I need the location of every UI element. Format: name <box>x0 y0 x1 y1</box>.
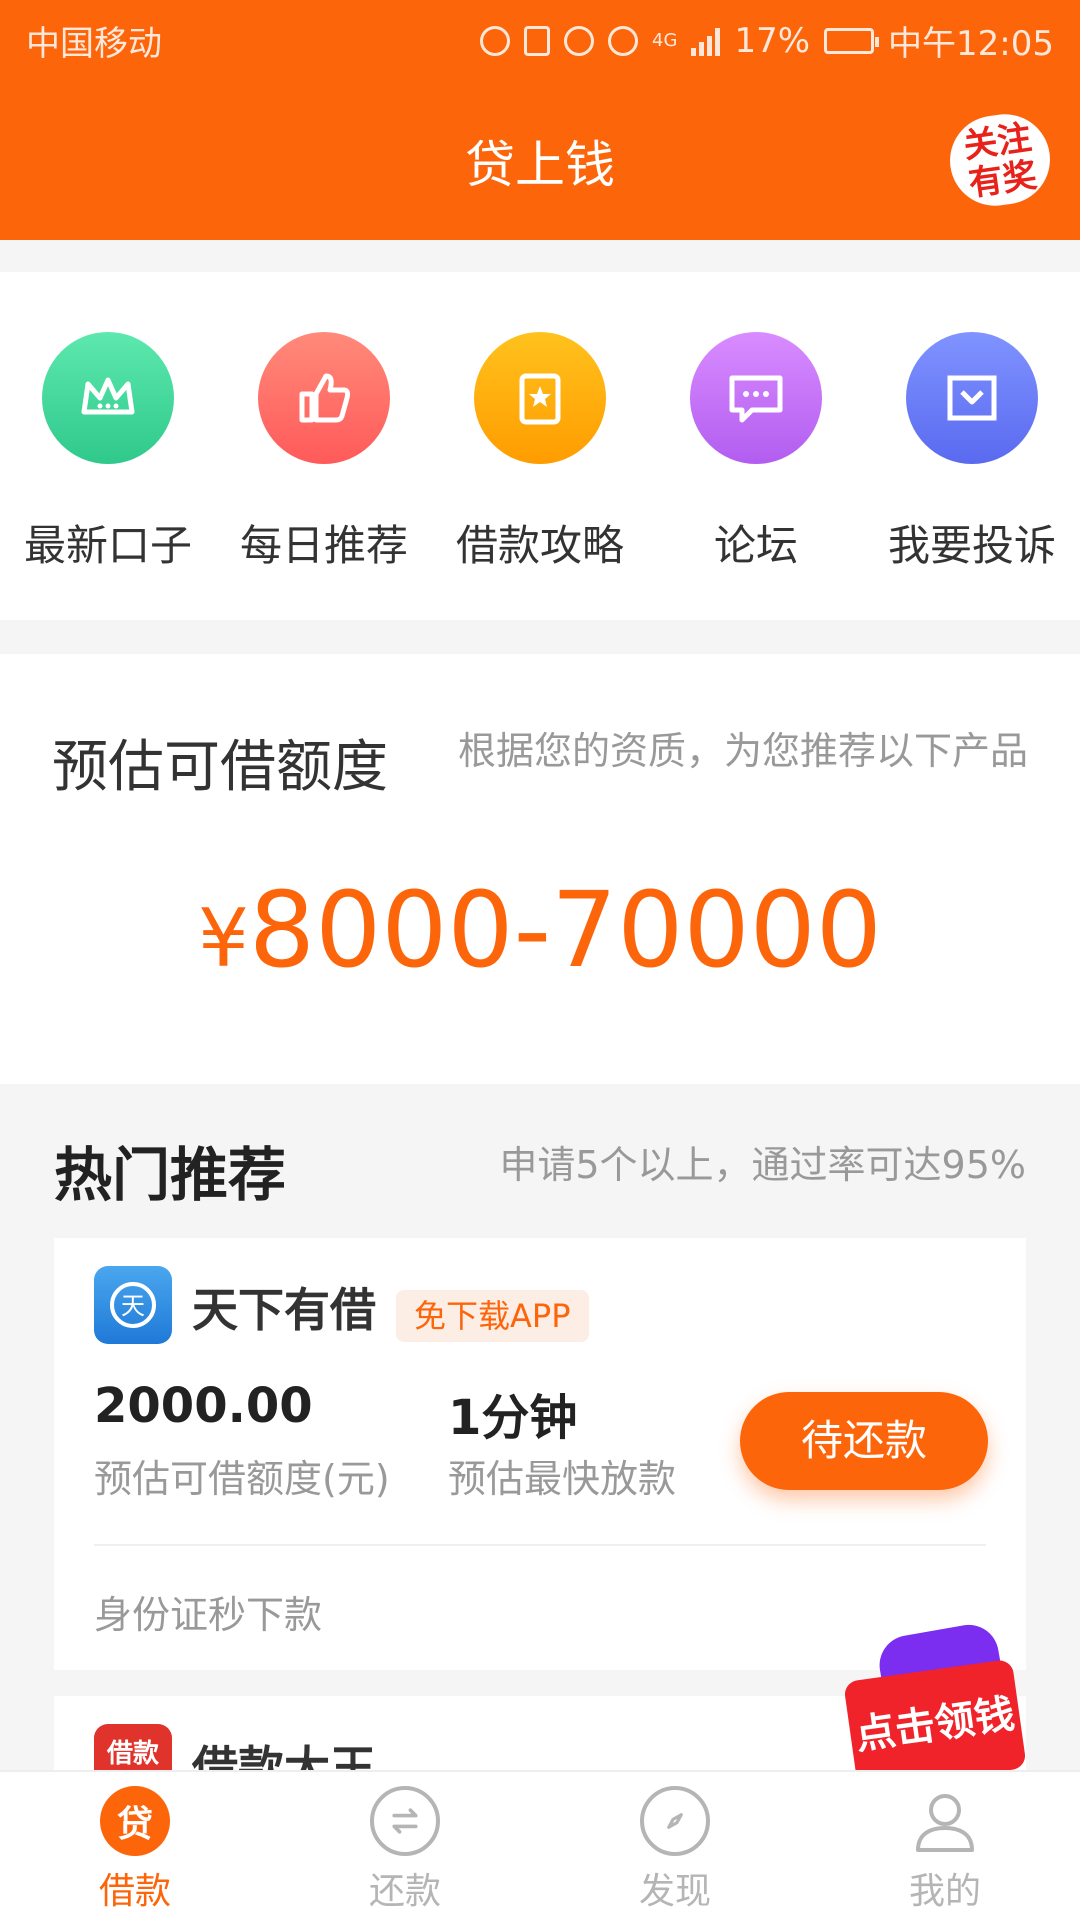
status-bar: 中国移动 4G 17% 中午12:05 <box>0 0 1080 80</box>
bottom-nav: 贷 借款 还款 发现 我的 <box>0 1770 1080 1920</box>
quick-label: 我要投诉 <box>887 521 1056 570</box>
product-speed: 1分钟 <box>448 1390 578 1446</box>
app-header: 中国移动 4G 17% 中午12:05 贷上钱 关注 有奖 <box>0 0 1080 240</box>
product-tag: 免下载APP <box>396 1290 589 1342</box>
nav-label: 我的 <box>908 1871 981 1912</box>
hot-section-subtitle: 申请5个以上，通过率可达95% <box>499 1143 1026 1187</box>
logo-mark: 天 <box>110 1282 156 1328</box>
battery-icon <box>824 27 880 54</box>
crown-icon <box>42 332 174 464</box>
quick-label: 最新口子 <box>23 521 192 570</box>
network-type: 4G <box>652 30 678 51</box>
vibrate-icon <box>524 25 551 56</box>
repay-button[interactable]: 待还款 <box>740 1392 988 1490</box>
page-title: 贷上钱 <box>465 136 615 194</box>
estimate-subtitle: 根据您的资质，为您推荐以下产品 <box>457 729 1028 773</box>
nav-tab-repay[interactable]: 还款 <box>270 1786 540 1914</box>
nav-label: 还款 <box>368 1871 441 1912</box>
quick-menu: 最新口子 每日推荐 借款攻略 论坛 我要投诉 <box>0 272 1080 620</box>
nav-label: 发现 <box>638 1871 711 1912</box>
nav-tab-discover[interactable]: 发现 <box>540 1786 810 1914</box>
exchange-icon <box>370 1786 440 1856</box>
signal-icon <box>691 26 721 56</box>
quick-item-daily[interactable]: 每日推荐 <box>216 332 432 573</box>
user-icon <box>910 1786 980 1856</box>
eye-icon <box>608 25 639 56</box>
mail-icon <box>906 332 1038 464</box>
app-screen: 中国移动 4G 17% 中午12:05 贷上钱 关注 有奖 最新口子 每日推荐 … <box>0 0 1080 1920</box>
clock: 中午12:05 <box>888 24 1054 64</box>
currency-symbol: ¥ <box>198 892 249 985</box>
location-icon <box>480 25 511 56</box>
quick-item-forum[interactable]: 论坛 <box>648 332 864 573</box>
nav-label: 借款 <box>98 1871 171 1912</box>
quick-label: 论坛 <box>713 521 798 570</box>
bookmark-star-icon <box>474 332 606 464</box>
product-note: 身份证秒下款 <box>94 1593 323 1637</box>
alarm-icon <box>564 25 595 56</box>
quick-item-complaint[interactable]: 我要投诉 <box>864 332 1080 573</box>
claim-money-floating-button[interactable]: 点击领钱 <box>840 1620 1040 1792</box>
carrier-name: 中国移动 <box>26 24 162 64</box>
thumbs-up-icon <box>258 332 390 464</box>
product-speed-label: 预估最快放款 <box>448 1457 677 1501</box>
loan-icon: 贷 <box>100 1786 170 1856</box>
chat-bubble-icon <box>690 332 822 464</box>
card-divider <box>94 1544 986 1546</box>
estimate-panel: 预估可借额度 根据您的资质，为您推荐以下产品 ¥8000-70000 <box>0 654 1080 1084</box>
quick-item-latest[interactable]: 最新口子 <box>0 332 216 573</box>
estimate-title: 预估可借额度 <box>52 735 388 800</box>
product-logo: 天 <box>94 1266 172 1344</box>
compass-icon <box>640 1786 710 1856</box>
estimate-amount: ¥8000-70000 <box>0 869 1080 991</box>
hot-section-title: 热门推荐 <box>54 1141 287 1209</box>
status-icons: 4G 17% 中午12:05 <box>480 16 1054 65</box>
product-name: 天下有借 <box>192 1283 376 1337</box>
product-amount-label: 预估可借额度(元) <box>94 1457 390 1501</box>
nav-tab-mine[interactable]: 我的 <box>810 1786 1080 1914</box>
estimate-range: 8000-70000 <box>248 869 882 991</box>
battery-percent: 17% <box>734 20 811 61</box>
product-amount: 2000.00 <box>94 1378 313 1434</box>
quick-label: 每日推荐 <box>239 521 408 570</box>
product-card[interactable]: 天 天下有借 免下载APP 2000.00 预估可借额度(元) 1分钟 预估最快… <box>54 1238 1026 1670</box>
nav-tab-borrow[interactable]: 贷 借款 <box>0 1786 270 1914</box>
quick-item-guide[interactable]: 借款攻略 <box>432 332 648 573</box>
quick-label: 借款攻略 <box>455 521 624 570</box>
